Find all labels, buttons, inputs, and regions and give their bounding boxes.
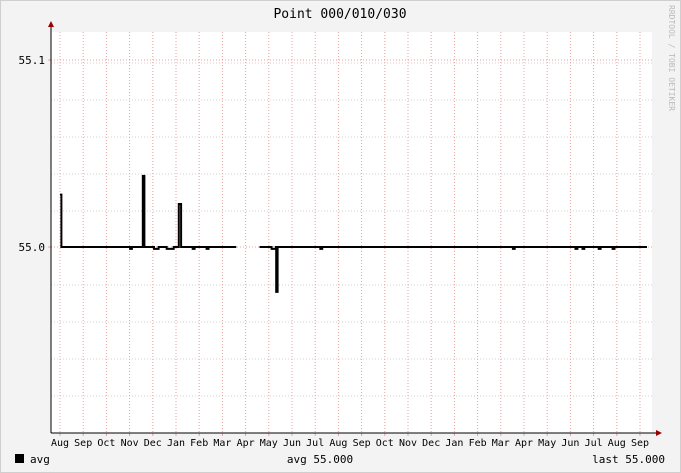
x-axis-arrow — [656, 430, 662, 436]
x-tick-label: Jun — [283, 438, 301, 449]
plot-area — [51, 32, 652, 433]
x-tick-label: Sep — [74, 438, 92, 449]
x-tick-label: Feb — [469, 438, 487, 449]
chart: 55.1 55.0 Aug Sep Oct Nov Dec Jan Feb Mar Apr May Ju… — [15, 5, 676, 466]
x-tick-label: Apr — [237, 438, 255, 449]
x-tick-label: Dec — [144, 438, 162, 449]
x-tick-label: Aug — [51, 438, 69, 449]
x-tick-label: Apr — [515, 438, 533, 449]
x-tick-label: Dec — [422, 438, 440, 449]
legend-label-avg: avg — [30, 453, 50, 466]
x-tick-label: Jun — [561, 438, 579, 449]
x-tick-label: Nov — [399, 438, 417, 449]
y-tick-label: 55.1 — [19, 54, 46, 67]
x-tick-label: Nov — [121, 438, 139, 449]
x-tick-label: Aug — [608, 438, 626, 449]
x-tick-label: May — [538, 438, 556, 449]
legend-swatch-avg — [15, 454, 24, 463]
summary-last: last 55.000 — [592, 453, 665, 466]
x-tick-label: May — [260, 438, 278, 449]
x-tick-label: Sep — [631, 438, 649, 449]
x-tick-label: Jan — [167, 438, 185, 449]
x-tick-label: Aug — [329, 438, 347, 449]
graph-frame: 55.1 55.0 Aug Sep Oct Nov Dec Jan Feb Mar Apr May Ju… — [0, 0, 681, 473]
x-tick-label: Jul — [585, 438, 603, 449]
chart-title: Point 000/010/030 — [273, 7, 406, 22]
x-tick-label: Feb — [190, 438, 208, 449]
x-tick-label: Mar — [492, 438, 510, 449]
y-axis-arrow — [48, 21, 54, 27]
x-tick-label: Oct — [376, 438, 394, 449]
x-tick-label: Sep — [353, 438, 371, 449]
summary-avg: avg 55.000 — [287, 453, 353, 466]
x-tick-label: Mar — [213, 438, 231, 449]
x-tick-label: Oct — [97, 438, 115, 449]
x-tick-label: Jan — [445, 438, 463, 449]
x-tick-label: Jul — [306, 438, 324, 449]
y-tick-label: 55.0 — [19, 241, 46, 254]
watermark: RRDTOOL / TOBI OETIKER — [667, 5, 676, 111]
